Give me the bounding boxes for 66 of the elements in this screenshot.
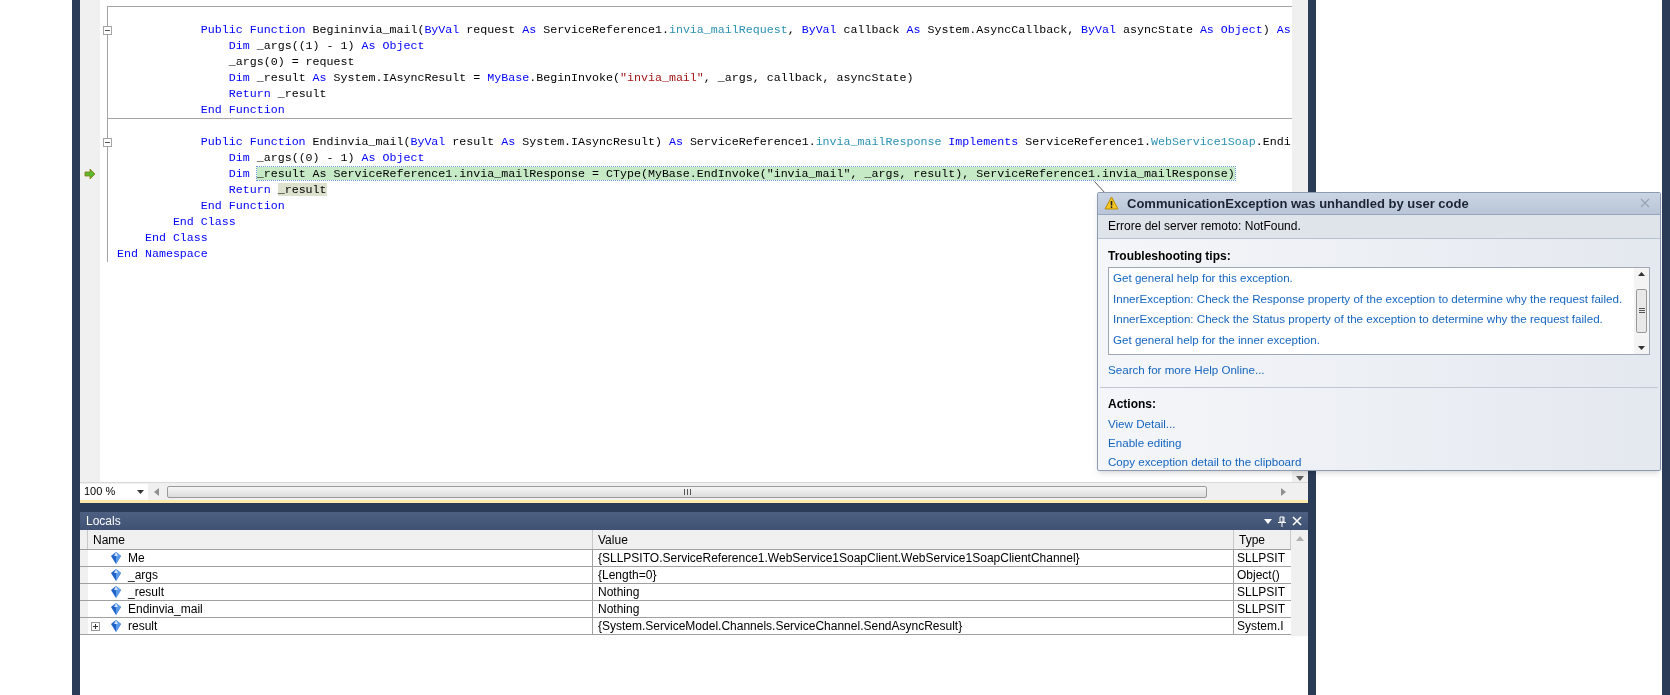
column-header[interactable]: Value [593,530,1234,549]
gem-icon [111,586,121,598]
table-cell: Nothing [593,601,1234,617]
help-link[interactable]: InnerException: Check the Status property of the exception to determine why the request failed. [1113,310,1603,328]
table-cell: {System.ServiceModel.Channels.ServiceChannel.SendAsyncResult} [593,618,1234,634]
column-header[interactable]: Name [88,530,593,549]
variable-name: _result [128,584,165,601]
code-line: End Function [199,198,285,214]
horizontal-scrollbar-thumb[interactable] [167,485,1207,498]
code-line: Return _result [227,86,327,102]
zoom-dropdown[interactable]: 100 % [80,483,148,500]
expand-icon[interactable] [91,621,100,631]
code-line: _args(0) = request [227,54,355,70]
table-cell: Nothing [593,584,1234,600]
code-line: End Namespace [117,246,208,262]
variable-name: _args [128,567,159,584]
code-line: Return _result [227,182,327,198]
dropdown-icon[interactable] [1264,518,1272,524]
scrollbar-thumb[interactable] [1636,288,1647,333]
grip-icon [683,488,691,495]
table-cell-text: System.I [1236,618,1285,634]
action-link[interactable]: Copy exception detail to the clipboard [1108,454,1302,470]
scroll-right-icon[interactable] [1281,487,1286,496]
pin-icon[interactable] [1278,515,1286,527]
collapse-toggle[interactable] [103,26,112,35]
section-heading: Actions: [1108,397,1156,412]
warning-icon [1104,196,1119,211]
code-line: Dim _result As ServiceReference1.invia_mailResponse = CType(MyBase.EndInvoke("invia_mail", _args, result), ServiceReference1.invia_mailResponse) [227,166,1235,182]
gem-icon [111,552,121,564]
code-line: Public Function Begininvia_mail(ByVal request As ServiceReference1.invia_mailRequest, ByVal callback As System.AsyncCallback, ByVal asyncState As Object) As [199,22,1291,38]
table-cell-text: SLLPSIT [1236,550,1287,566]
action-link[interactable]: View Detail... [1108,416,1176,432]
variable-name: Me [128,550,145,567]
gem-icon [111,603,121,615]
popup-title: CommunicationException was unhandled by user code [1127,194,1469,213]
caret-icon [137,489,144,494]
table-cell-text: SLLPSIT [1236,601,1287,617]
variable-name: result [128,618,158,635]
help-link[interactable]: Search for more Help Online... [1108,360,1265,379]
help-link[interactable]: Get general help for this exception. [1113,269,1293,287]
scroll-up-icon [1638,271,1645,276]
gem-icon [111,620,121,632]
code-line: Public Function Endinvia_mail(ByVal result As System.IAsyncResult) As ServiceReference1.invia_mailResponse Implements ServiceReference1.WebService1Soap.Endi [199,134,1291,150]
code-line: Dim _result As System.IAsyncResult = MyBase.BeginInvoke("invia_mail", _args, callback, asyncState) [227,70,914,86]
action-link[interactable]: Enable editing [1108,435,1182,451]
help-link[interactable]: InnerException: Check the Response property of the exception to determine why the request failed. [1113,289,1623,308]
code-line: Dim _args((1) - 1) As Object [227,38,425,54]
table-cell-text: SLLPSIT [1236,584,1287,600]
table-cell: {SLLPSITO.ServiceReference1.WebService1SoapClient.WebService1SoapClientChannel} [593,550,1234,566]
scroll-down-icon [1638,345,1645,350]
grip-icon [1638,308,1645,314]
help-link[interactable]: Get general help for the inner exception. [1113,330,1320,349]
scroll-left-icon[interactable] [154,487,159,496]
code-line: End Class [171,214,236,230]
variable-name: Endinvia_mail [128,601,203,618]
table-cell-text: Object() [1236,567,1281,583]
error-message: Errore del server remoto: NotFound. [1108,218,1301,236]
table-cell: {Length=0} [593,567,1234,583]
gem-icon [111,569,121,581]
code-line: End Function [199,102,285,118]
collapse-toggle[interactable] [103,138,112,147]
code-line: Dim _args((0) - 1) As Object [227,150,425,166]
leader-line [1094,181,1106,194]
section-heading: Troubleshooting tips: [1108,248,1231,264]
code-line: End Class [143,230,208,246]
panel-title: Locals [86,513,121,530]
